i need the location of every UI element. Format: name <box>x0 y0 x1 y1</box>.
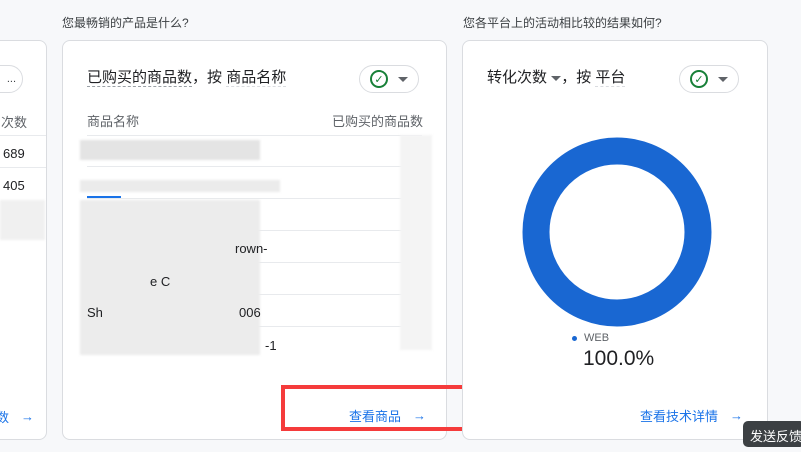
dimension-selector[interactable]: 商品名称 <box>226 69 287 87</box>
left-value-2: 405 <box>3 178 25 193</box>
redacted-row <box>80 140 260 160</box>
row-fragment: -1 <box>265 338 277 353</box>
platform-status-dropdown[interactable]: ✓ <box>679 65 739 93</box>
arrow-right-icon: → <box>730 408 744 423</box>
view-tech-details-label: 查看技术详情 <box>640 409 719 424</box>
metric-selector[interactable]: 转化次数 <box>487 69 562 86</box>
platform-question: 您各平台上的活动相比较的结果如何? <box>463 16 662 30</box>
arrow-right-icon: → <box>21 409 35 424</box>
platform-card-title: 转化次数 ，按 平台 <box>487 66 626 87</box>
left-card-link[interactable]: 数→ <box>0 407 34 426</box>
products-status-dropdown[interactable]: ✓ <box>359 65 419 93</box>
redaction <box>0 200 45 240</box>
donut-slice-web[interactable] <box>522 137 712 327</box>
products-card-title: 已购买的商品数，按 商品名称 <box>87 66 287 87</box>
left-pill[interactable]: ... <box>0 65 23 93</box>
metric-label: 转化次数 <box>487 69 548 86</box>
title-separator: ，按 <box>192 69 223 86</box>
check-circle-icon: ✓ <box>690 70 708 88</box>
left-partial-card: ... 次数 689 405 数→ <box>0 40 47 440</box>
caret-down-icon <box>718 76 728 82</box>
platform-donut-chart <box>522 137 712 327</box>
legend-value: 100.0% <box>583 347 655 370</box>
col-header-value: 已购买的商品数 <box>332 114 424 129</box>
col-header-name: 商品名称 <box>87 114 140 129</box>
redacted-side <box>400 135 432 350</box>
products-question: 您最畅销的产品是什么? <box>62 16 189 30</box>
caret-down-icon <box>551 75 562 81</box>
row-fragment: 006 <box>239 305 261 320</box>
row-fragment: e C <box>150 274 171 289</box>
legend-dot <box>572 336 577 341</box>
redacted-row <box>80 180 280 192</box>
left-col-header: 次数 <box>1 115 28 130</box>
left-link-label: 数 <box>0 407 9 426</box>
legend-label: WEB <box>584 332 610 344</box>
view-tech-details-link[interactable]: 查看技术详情 → <box>640 406 743 425</box>
feedback-button[interactable]: 发送反馈 <box>743 421 801 447</box>
highlight-box <box>281 385 489 431</box>
left-value-1: 689 <box>3 146 25 161</box>
check-circle-icon: ✓ <box>370 70 388 88</box>
metric-selector[interactable]: 已购买的商品数 <box>87 69 193 87</box>
row-fragment: Sh <box>87 305 103 320</box>
row-fragment: rown- <box>235 241 268 256</box>
caret-down-icon <box>398 76 408 82</box>
dimension-selector[interactable]: 平台 <box>595 69 626 87</box>
title-separator: ，按 <box>561 69 592 86</box>
